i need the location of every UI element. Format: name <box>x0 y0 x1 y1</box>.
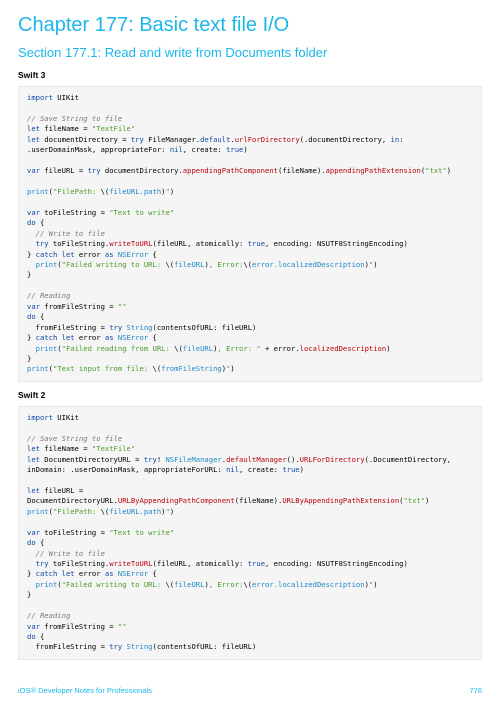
swift3-label: Swift 3 <box>18 70 482 80</box>
section-title: Section 177.1: Read and write from Docum… <box>18 45 482 60</box>
footer-page-number: 776 <box>469 686 482 695</box>
footer-left: iOS® Developer Notes for Professionals <box>18 686 152 695</box>
swift3-code-block: import UIKit // Save String to file let … <box>18 86 482 382</box>
swift2-label: Swift 2 <box>18 390 482 400</box>
page-footer: iOS® Developer Notes for Professionals 7… <box>18 686 482 695</box>
chapter-title: Chapter 177: Basic text file I/O <box>18 14 482 37</box>
swift2-code-block: import UIKit // Save String to file let … <box>18 406 482 660</box>
